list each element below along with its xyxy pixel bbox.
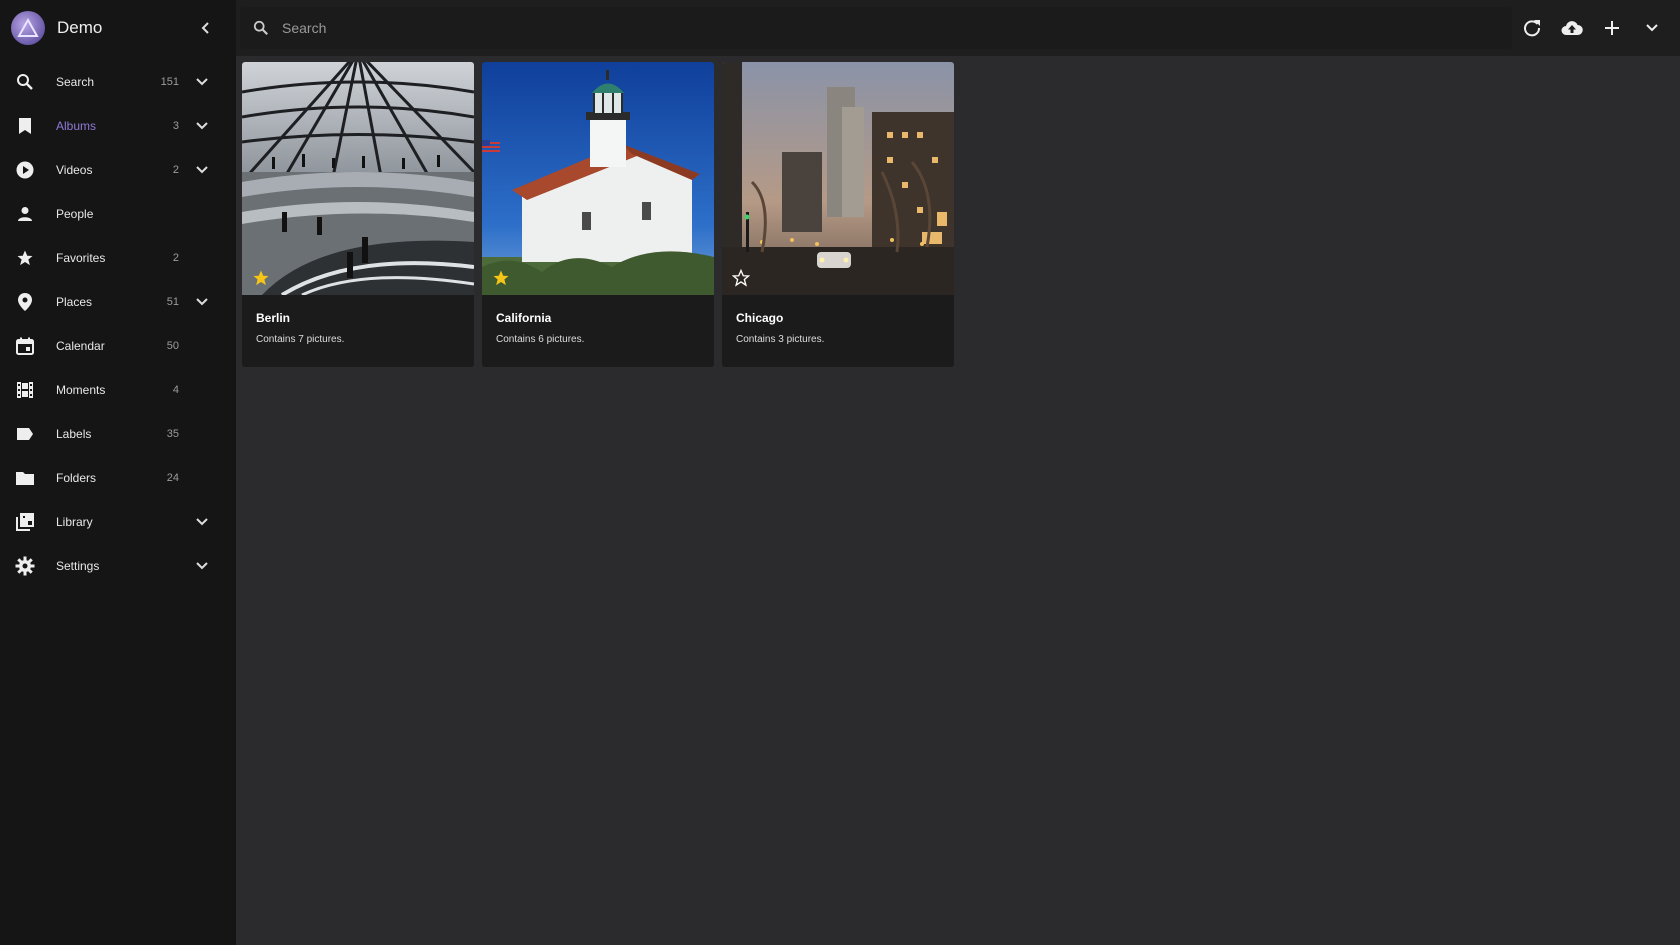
chevron-down-icon: [1646, 24, 1658, 32]
film-icon: [14, 379, 36, 401]
chevron-left-icon: [201, 22, 209, 34]
sidebar-item-labels[interactable]: Labels 35: [0, 412, 236, 456]
sidebar-item-settings[interactable]: Settings: [0, 544, 236, 588]
brand: Demo: [0, 0, 236, 56]
calendar-icon: [14, 335, 36, 357]
album-title[interactable]: Berlin: [256, 311, 290, 325]
sidebar-item-label: Labels: [56, 427, 92, 441]
sidebar-item-label: Settings: [56, 559, 100, 573]
album-card-berlin[interactable]: Berlin Contains 7 pictures.: [242, 62, 474, 367]
sidebar-item-library[interactable]: Library: [0, 500, 236, 544]
bookmark-icon: [14, 115, 36, 137]
album-description: Contains 6 pictures.: [496, 334, 585, 345]
sidebar-item-count: 2: [172, 164, 179, 176]
collapse-sidebar-button[interactable]: [196, 18, 216, 38]
sidebar-item-favorites[interactable]: Favorites 2: [0, 236, 236, 280]
favorite-star-icon[interactable]: [492, 269, 510, 287]
sidebar-item-label: Library: [56, 515, 93, 529]
berlin-dome-photo: [242, 62, 474, 295]
album-description: Contains 3 pictures.: [736, 334, 825, 345]
plus-icon: [1605, 21, 1619, 35]
star-icon: [14, 247, 36, 269]
folder-icon: [14, 467, 36, 489]
app-title: Demo: [57, 18, 103, 37]
play-circle-icon: [14, 159, 36, 181]
sidebar-item-count: 50: [166, 340, 179, 352]
sidebar-item-videos[interactable]: Videos 2: [0, 148, 236, 192]
sidebar-item-count: 24: [166, 472, 179, 484]
favorite-star-icon[interactable]: [252, 269, 270, 287]
album-description: Contains 7 pictures.: [256, 334, 345, 345]
sidebar-item-label: Folders: [56, 471, 97, 485]
topbar: [236, 0, 1680, 56]
album-card-chicago[interactable]: Chicago Contains 3 pictures.: [722, 62, 954, 367]
sidebar-item-label: Albums: [56, 119, 97, 133]
sidebar: Demo Search 151 Albums 3 Videos 2 People…: [0, 0, 236, 945]
search-bar: [240, 7, 1512, 49]
sidebar-item-moments[interactable]: Moments 4: [0, 368, 236, 412]
search-input[interactable]: [280, 19, 1484, 37]
sidebar-item-label: Places: [56, 295, 93, 309]
sidebar-item-label: Calendar: [56, 339, 105, 353]
sidebar-item-search[interactable]: Search 151: [0, 60, 236, 104]
chevron-down-icon[interactable]: [194, 514, 210, 530]
chevron-down-icon[interactable]: [194, 558, 210, 574]
sidebar-item-places[interactable]: Places 51: [0, 280, 236, 324]
sidebar-item-count: 35: [166, 428, 179, 440]
sidebar-item-label: People: [56, 207, 94, 221]
refresh-button[interactable]: [1520, 16, 1544, 40]
sidebar-item-count: 2: [172, 252, 179, 264]
label-icon: [14, 423, 36, 445]
favorite-star-outline-icon[interactable]: [731, 268, 751, 287]
library-icon: [14, 511, 36, 533]
app-logo[interactable]: [11, 11, 45, 45]
chicago-street-photo: [722, 62, 954, 295]
chevron-down-icon[interactable]: [194, 294, 210, 310]
sidebar-item-calendar[interactable]: Calendar 50: [0, 324, 236, 368]
cloud-upload-icon: [1561, 21, 1583, 35]
add-album-button[interactable]: [1600, 16, 1624, 40]
sidebar-item-people[interactable]: People: [0, 192, 236, 236]
sidebar-item-label: Favorites: [56, 251, 106, 265]
lighthouse-photo: [482, 62, 714, 295]
chevron-down-icon[interactable]: [194, 162, 210, 178]
chevron-down-icon[interactable]: [194, 118, 210, 134]
chevron-down-icon[interactable]: [194, 74, 210, 90]
sidebar-item-label: Videos: [56, 163, 93, 177]
sidebar-item-folders[interactable]: Folders 24: [0, 456, 236, 500]
sidebar-item-count: 4: [172, 384, 179, 396]
sidebar-item-label: Moments: [56, 383, 106, 397]
album-thumbnail[interactable]: [242, 62, 474, 295]
more-options-button[interactable]: [1640, 16, 1664, 40]
triangle-logo-icon: [17, 17, 39, 37]
map-pin-icon: [14, 291, 36, 313]
sidebar-item-label: Search: [56, 75, 95, 89]
refresh-icon: [1524, 20, 1541, 37]
upload-button[interactable]: [1560, 16, 1584, 40]
search-icon: [14, 71, 36, 93]
sidebar-item-albums[interactable]: Albums 3: [0, 104, 236, 148]
album-grid: Berlin Contains 7 pictures. California C…: [242, 62, 954, 367]
album-title[interactable]: California: [496, 311, 551, 325]
search-icon: [252, 19, 270, 37]
sidebar-item-count: 151: [160, 76, 179, 88]
album-title[interactable]: Chicago: [736, 311, 783, 325]
album-thumbnail[interactable]: [722, 62, 954, 295]
album-thumbnail[interactable]: [482, 62, 714, 295]
gear-icon: [14, 555, 36, 577]
sidebar-item-count: 51: [166, 296, 179, 308]
sidebar-item-count: 3: [172, 120, 179, 132]
album-card-california[interactable]: California Contains 6 pictures.: [482, 62, 714, 367]
person-icon: [14, 203, 36, 225]
sidebar-nav: Search 151 Albums 3 Videos 2 People Favo…: [0, 60, 236, 588]
